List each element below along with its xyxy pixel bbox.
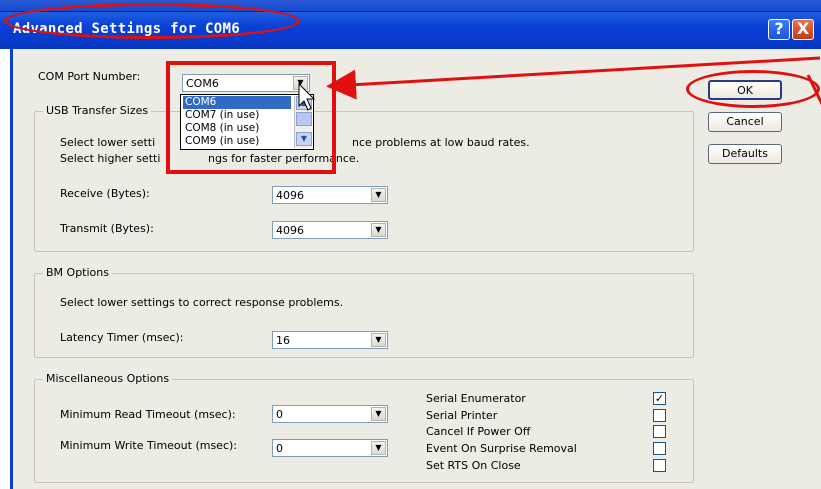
help-button[interactable]: ? [768,19,790,40]
usb-transfer-title: USB Transfer Sizes [43,104,152,117]
event-on-surprise-removal-checkbox[interactable] [653,442,666,455]
min-write-value: 0 [276,442,283,455]
bm-options-title: BM Options [43,266,112,279]
transmit-label: Transmit (Bytes): [60,222,154,235]
cancel-if-power-off-label: Cancel If Power Off [426,425,531,438]
defaults-button[interactable]: Defaults [708,144,782,164]
annotation-ok-circle [686,70,820,108]
receive-select[interactable]: 4096 ▼ [272,186,388,204]
misc-options-title: Miscellaneous Options [43,372,173,385]
serial-printer-label: Serial Printer [426,409,498,422]
receive-label: Receive (Bytes): [60,187,150,200]
event-on-surprise-removal-label: Event On Surprise Removal [426,442,577,455]
receive-value: 4096 [276,189,304,202]
latency-value: 16 [276,334,290,347]
usb-desc-line1-end: nce problems at low baud rates. [352,136,530,149]
close-icon: X [796,19,810,38]
help-icon: ? [774,19,784,38]
com-port-label: COM Port Number: [38,70,141,83]
chevron-down-icon[interactable]: ▼ [371,333,386,347]
set-rts-on-close-checkbox[interactable] [653,459,666,472]
close-button[interactable]: X [792,19,814,40]
serial-enumerator-checkbox[interactable]: ✓ [653,392,666,405]
min-read-value: 0 [276,408,283,421]
set-rts-on-close-label: Set RTS On Close [426,459,521,472]
chevron-down-icon[interactable]: ▼ [371,407,386,421]
chevron-down-icon[interactable]: ▼ [371,188,386,202]
bm-desc: Select lower settings to correct respons… [60,296,344,309]
annotation-title-circle [4,3,300,39]
latency-label: Latency Timer (msec): [60,331,184,344]
checkmark-icon: ✓ [654,392,665,405]
chevron-down-icon[interactable]: ▼ [371,441,386,455]
transmit-select[interactable]: 4096 ▼ [272,221,388,239]
usb-desc-line2-start: Select higher setti [60,152,161,165]
serial-enumerator-label: Serial Enumerator [426,392,526,405]
misc-options-group: Miscellaneous Options [34,372,694,483]
min-read-select[interactable]: 0 ▼ [272,405,388,423]
usb-desc-line1-start: Select lower setti [60,136,156,149]
cancel-if-power-off-checkbox[interactable] [653,425,666,438]
serial-printer-checkbox[interactable] [653,409,666,422]
annotation-com-port-box [166,61,336,174]
latency-select[interactable]: 16 ▼ [272,331,388,349]
min-write-select[interactable]: 0 ▼ [272,439,388,457]
min-write-label: Minimum Write Timeout (msec): [60,439,237,452]
cancel-button[interactable]: Cancel [708,112,782,132]
min-read-label: Minimum Read Timeout (msec): [60,408,236,421]
transmit-value: 4096 [276,224,304,237]
chevron-down-icon[interactable]: ▼ [371,223,386,237]
